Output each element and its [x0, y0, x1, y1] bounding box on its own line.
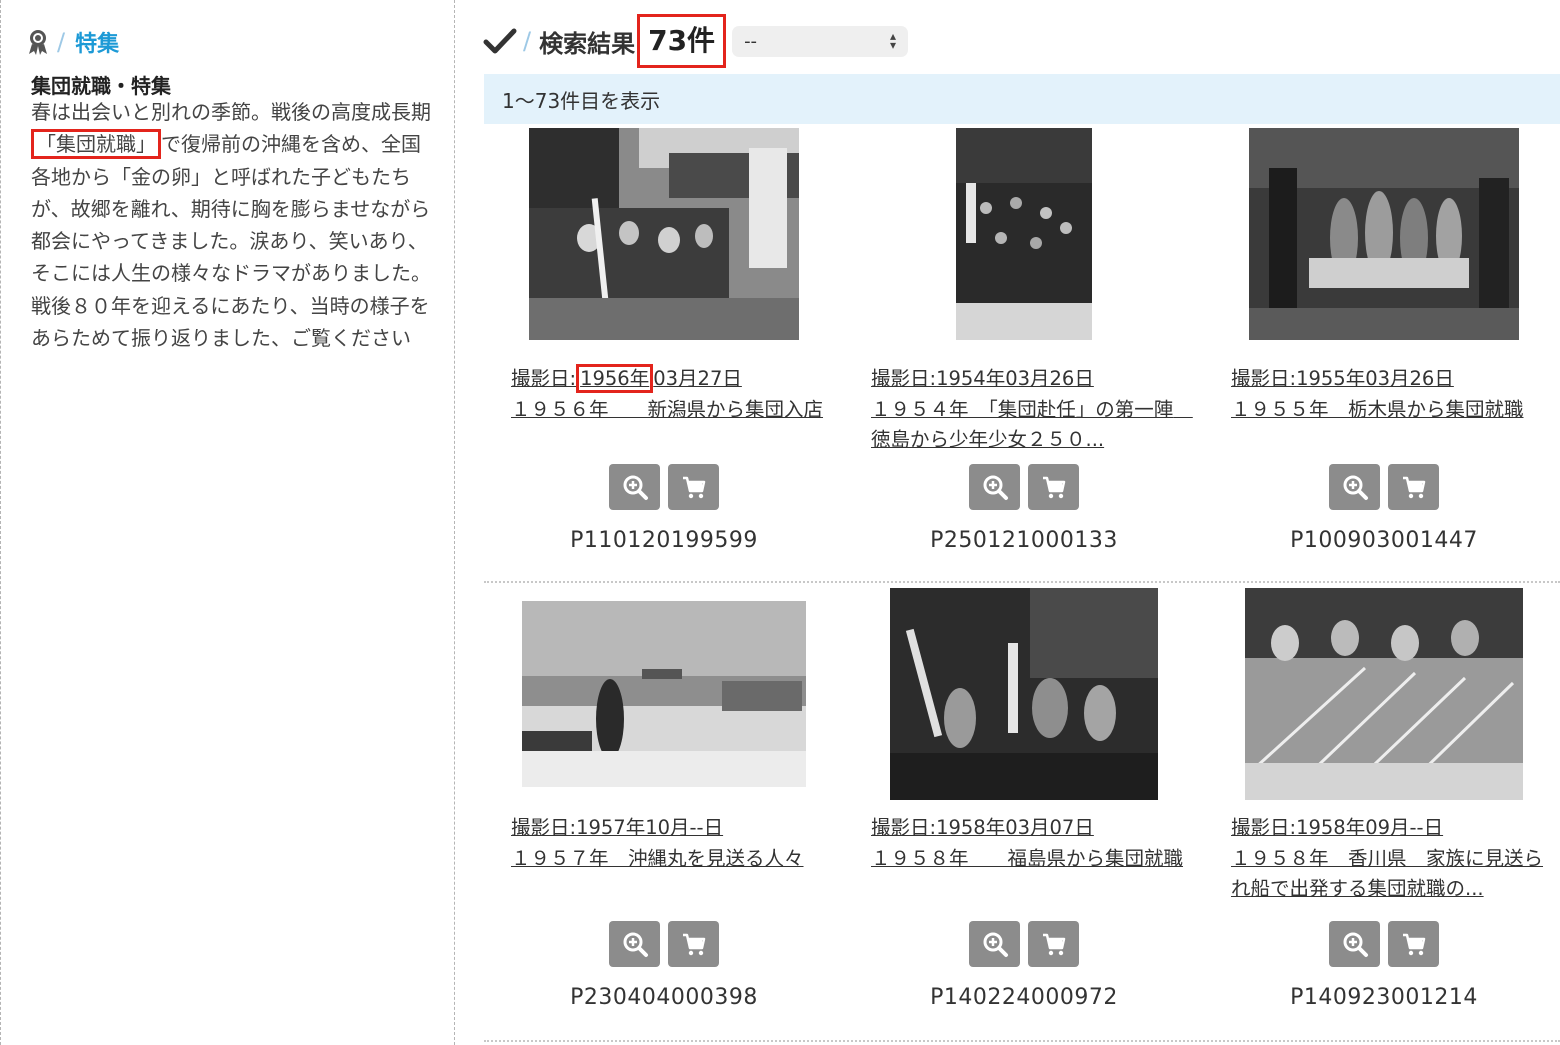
zoom-button[interactable]: [969, 464, 1020, 510]
sort-select[interactable]: -- ▴ ▾: [732, 25, 909, 57]
result-date-link[interactable]: 撮影日: 1956年 03月27日: [511, 364, 742, 393]
result-code: P250121000133: [930, 528, 1118, 553]
result-caption: 撮影日:1955年03月26日 １９５５年 栃木県から集団就職: [1231, 364, 1549, 425]
result-title-link[interactable]: １９５７年 沖縄丸を見送る人々: [511, 847, 804, 870]
cart-icon: [1042, 476, 1065, 499]
desc-highlight: 「集団就職」: [31, 129, 161, 160]
cart-icon: [682, 476, 705, 499]
result-title-link[interactable]: １９５４年 「集団赴任」の第一陣 徳島から少年少女２５０...: [871, 398, 1193, 452]
result-date-link[interactable]: 撮影日:1958年09月--日: [1231, 816, 1443, 839]
add-to-cart-button[interactable]: [668, 921, 719, 967]
photo-thumbnail[interactable]: [484, 128, 844, 340]
sort-select-value: --: [744, 30, 758, 52]
result-date-link[interactable]: 撮影日:1955年03月26日: [1231, 367, 1454, 390]
feature-title: 集団就職・特集: [31, 74, 171, 98]
add-to-cart-button[interactable]: [1388, 921, 1439, 967]
photo-image[interactable]: [890, 588, 1158, 800]
results-row: 撮影日: 1956年 03月27日 １９５６年 新潟県から集団入店 P1101201…: [484, 124, 1560, 583]
result-caption: 撮影日:1958年09月--日 １９５８年 香川県 家族に見送られ船で出発する集…: [1231, 813, 1549, 905]
add-to-cart-button[interactable]: [1388, 464, 1439, 510]
result-date-link[interactable]: 撮影日:1954年03月26日: [871, 367, 1094, 390]
photo-image[interactable]: [522, 601, 806, 787]
photo-thumbnail[interactable]: [844, 588, 1204, 800]
cart-icon: [1402, 476, 1425, 499]
cart-icon: [1042, 933, 1065, 956]
result-card: 撮影日:1957年10月--日 １９５７年 沖縄丸を見送る人々 P2304040…: [484, 583, 844, 1042]
result-title-link[interactable]: １９５５年 栃木県から集団就職: [1231, 398, 1524, 421]
results-divider: /: [523, 27, 532, 55]
ribbon-award-icon: [29, 30, 47, 55]
result-actions: [1329, 464, 1439, 510]
result-code: P140923001214: [1290, 985, 1478, 1010]
result-actions: [969, 464, 1079, 510]
photo-thumbnail[interactable]: [484, 601, 844, 787]
result-title-link[interactable]: １９５８年 香川県 家族に見送られ船で出発する集団就職の...: [1231, 847, 1543, 901]
heading-divider: /: [57, 28, 66, 56]
desc-text-before: 春は出会いと別れの季節。戦後の高度成長期: [31, 100, 431, 124]
result-code: P230404000398: [570, 985, 758, 1010]
desc-text-after: で復帰前の沖縄を含め、全国各地から「金の卵」と呼ばれた子どもたちが、故郷を離れ、…: [31, 132, 431, 351]
result-code: P110120199599: [570, 528, 758, 553]
result-card: 撮影日:1958年03月07日 １９５８年 福島県から集団就職 P1402240…: [844, 583, 1204, 1042]
zoom-in-icon: [623, 475, 648, 500]
add-to-cart-button[interactable]: [668, 464, 719, 510]
feature-heading-label: 特集: [75, 32, 120, 57]
photo-image[interactable]: [529, 128, 799, 340]
result-caption: 撮影日:1954年03月26日 １９５４年 「集団赴任」の第一陣 徳島から少年少…: [871, 364, 1193, 456]
cart-icon: [682, 933, 705, 956]
add-to-cart-button[interactable]: [1028, 921, 1079, 967]
zoom-in-icon: [1343, 932, 1368, 957]
zoom-in-icon: [1343, 475, 1368, 500]
zoom-button[interactable]: [1329, 921, 1380, 967]
feature-description: 春は出会いと別れの季節。戦後の高度成長期「集団就職」 で復帰前の沖縄を含め、全国各…: [31, 96, 431, 354]
photo-image[interactable]: [956, 128, 1092, 340]
photo-thumbnail[interactable]: [1204, 588, 1560, 800]
result-code: P100903001447: [1290, 528, 1478, 553]
add-to-cart-button[interactable]: [1028, 464, 1079, 510]
checkmark-icon: [483, 28, 517, 54]
zoom-button[interactable]: [969, 921, 1020, 967]
zoom-button[interactable]: [1329, 464, 1380, 510]
result-card: 撮影日:1955年03月26日 １９５５年 栃木県から集団就職 P1009030…: [1204, 124, 1560, 583]
date-year-highlight: 1956年: [576, 364, 654, 393]
zoom-button[interactable]: [609, 921, 660, 967]
result-date-link[interactable]: 撮影日:1958年03月07日: [871, 816, 1094, 839]
result-actions: [609, 464, 719, 510]
result-card: 撮影日: 1956年 03月27日 １９５６年 新潟県から集団入店 P1101201…: [484, 124, 844, 583]
zoom-in-icon: [623, 932, 648, 957]
result-code: P140224000972: [930, 985, 1118, 1010]
result-actions: [609, 921, 719, 967]
cart-icon: [1402, 933, 1425, 956]
results-title: 検索結果: [539, 29, 636, 58]
zoom-in-icon: [983, 932, 1008, 957]
result-card: 撮影日:1958年09月--日 １９５８年 香川県 家族に見送られ船で出発する集…: [1204, 583, 1560, 1042]
results-row: 撮影日:1957年10月--日 １９５７年 沖縄丸を見送る人々 P2304040…: [484, 583, 1560, 1042]
result-caption: 撮影日:1957年10月--日 １９５７年 沖縄丸を見送る人々: [511, 813, 829, 874]
result-caption: 撮影日:1958年03月07日 １９５８年 福島県から集団就職: [871, 813, 1189, 874]
result-actions: [1329, 921, 1439, 967]
feature-heading: / 特集: [27, 26, 119, 58]
feature-sidebar: / 特集 集団就職・特集 春は出会いと別れの季節。戦後の高度成長期「集団就職」で…: [0, 0, 455, 1045]
results-count: 73件: [637, 14, 727, 68]
photo-image[interactable]: [1249, 128, 1519, 340]
zoom-in-icon: [983, 475, 1008, 500]
result-card: 撮影日:1954年03月26日 １９５４年 「集団赴任」の第一陣 徳島から少年少…: [844, 124, 1204, 583]
results-grid: 撮影日: 1956年 03月27日 １９５６年 新潟県から集団入店 P1101201…: [484, 124, 1560, 1042]
zoom-button[interactable]: [609, 464, 660, 510]
photo-thumbnail[interactable]: [1204, 128, 1560, 340]
result-date-link[interactable]: 撮影日:1957年10月--日: [511, 816, 723, 839]
result-actions: [969, 921, 1079, 967]
photo-thumbnail[interactable]: [844, 128, 1204, 340]
results-header: / 検索結果 73件 -- ▴ ▾: [483, 14, 909, 68]
result-title-link[interactable]: １９５８年 福島県から集団就職: [871, 847, 1183, 870]
result-caption: 撮影日: 1956年 03月27日 １９５６年 新潟県から集団入店: [511, 364, 829, 425]
results-range-text: 1〜73件目を表示: [502, 89, 661, 113]
results-range-bar: 1〜73件目を表示: [484, 74, 1560, 124]
result-title-link[interactable]: １９５６年 新潟県から集団入店: [511, 398, 823, 421]
photo-image[interactable]: [1245, 588, 1523, 800]
select-arrows-icon: ▴ ▾: [890, 29, 897, 52]
